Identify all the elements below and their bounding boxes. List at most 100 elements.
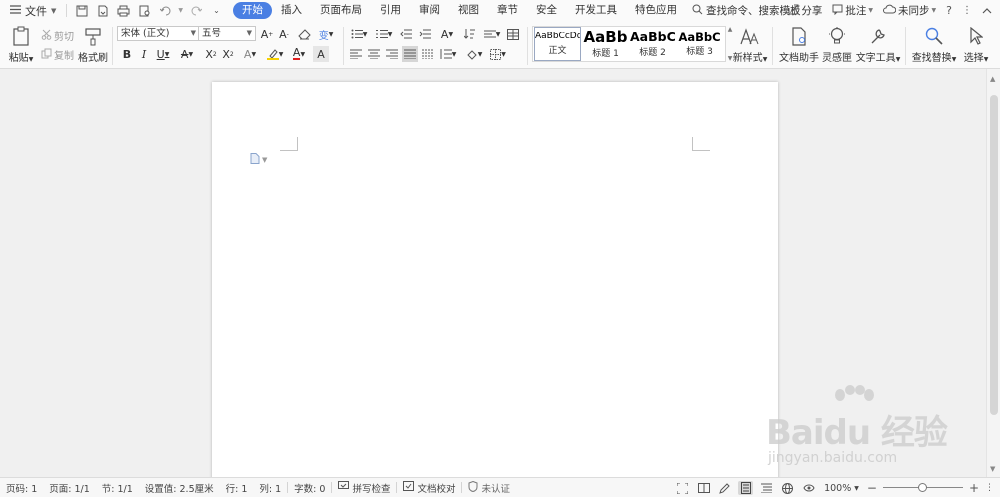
font-size-select[interactable]: 五号 ▼ [198,26,256,41]
shading-icon[interactable]: ▼ [464,46,484,62]
doc-proof-button[interactable]: 文档校对 [397,481,461,495]
outline-view-icon[interactable] [759,481,774,495]
show-marks-icon[interactable]: ▼ [482,26,502,42]
sort-icon[interactable] [462,26,478,42]
status-pages[interactable]: 页面: 1/1 [43,481,96,495]
spell-check-button[interactable]: 拼写检查 [332,481,396,495]
format-painter-button[interactable]: 格式刷 [78,21,108,64]
tab-home[interactable]: 开始 [233,2,273,19]
undo-icon[interactable] [157,2,174,19]
table-icon[interactable] [505,26,521,42]
align-left-icon[interactable] [348,46,364,62]
style-heading-2[interactable]: AaBbC 标题 2 [629,27,676,61]
web-view-icon[interactable] [780,481,795,495]
fullscreen-icon[interactable] [675,481,690,495]
decrease-indent-icon[interactable] [398,26,414,42]
style-heading-3[interactable]: AaBbC 标题 3 [676,27,723,61]
collapse-ribbon-icon[interactable] [982,4,992,17]
bullet-list-icon[interactable]: ▼ [348,26,370,42]
comment-button[interactable]: 批注 ▼ [832,3,873,18]
reading-view-icon[interactable] [696,481,711,495]
highlight-icon[interactable]: ▼ [265,46,285,62]
inspiration-button[interactable]: 灵感匣 [821,21,853,64]
file-menu[interactable]: 文件 ▼ [0,0,62,21]
chevron-down-icon[interactable]: ▼ [178,7,183,14]
chevron-down-icon[interactable]: ▼ [728,55,733,62]
vertical-scrollbar[interactable]: ▲ ▼ [986,69,1000,477]
grow-font-icon[interactable]: A + [259,26,275,42]
tab-developer[interactable]: 开发工具 [566,2,626,19]
help-icon[interactable]: ? [946,4,952,17]
character-shading-icon[interactable]: A [313,46,329,62]
underline-icon[interactable]: U ▼ [153,46,173,62]
customize-toolbar-icon[interactable]: ⌄ [208,2,225,19]
status-setting[interactable]: 设置值: 2.5厘米 [139,481,220,495]
find-replace-button[interactable]: 查找替换▼ [911,21,957,64]
tab-references[interactable]: 引用 [371,2,410,19]
tab-chapter[interactable]: 章节 [488,2,527,19]
borders-icon[interactable]: ▼ [488,46,508,62]
more-icon[interactable]: ⋮ [962,5,972,16]
export-pdf-icon[interactable] [94,2,111,19]
redo-icon[interactable] [187,2,204,19]
increase-indent-icon[interactable] [417,26,433,42]
phonetic-guide-icon[interactable]: 变 ▼ [316,26,336,42]
subscript-icon[interactable]: X2 [220,46,236,62]
style-heading-1[interactable]: AaBb 标题 1 [582,27,629,61]
print-icon[interactable] [115,2,132,19]
save-icon[interactable] [73,2,90,19]
eye-protection-icon[interactable] [801,481,816,495]
status-bar-options-icon[interactable]: ⋮ [985,483,994,493]
justify-icon[interactable] [402,46,418,62]
tab-view[interactable]: 视图 [449,2,488,19]
chevron-down-icon[interactable]: ▼ [990,465,995,473]
numbered-list-icon[interactable]: ▼ [373,26,395,42]
clear-format-icon[interactable] [296,26,312,42]
align-right-icon[interactable] [384,46,400,62]
share-button[interactable]: 分享 [788,3,822,18]
align-center-icon[interactable] [366,46,382,62]
superscript-icon[interactable]: X2 [203,46,219,62]
chevron-up-icon[interactable]: ▲ [728,26,733,33]
status-page-number[interactable]: 页码: 1 [0,481,43,495]
command-search[interactable]: 查找命令、搜索模板 [692,3,801,18]
scrollbar-thumb[interactable] [990,95,998,415]
document-page[interactable]: ▼ [212,82,778,477]
shrink-font-icon[interactable]: A- [276,26,292,42]
print-preview-icon[interactable] [136,2,153,19]
page-view-icon[interactable] [738,481,754,495]
select-button[interactable]: 选择▼ [959,21,993,64]
tab-page-layout[interactable]: 页面布局 [311,2,371,19]
font-color-icon[interactable]: A ▼ [289,46,309,62]
chevron-up-icon[interactable]: ▲ [990,75,995,83]
new-style-button[interactable]: 新样式▼ [733,21,767,64]
tab-security[interactable]: 安全 [527,2,566,19]
italic-icon[interactable]: I [136,46,152,62]
certification-status[interactable]: 未认证 [462,480,516,495]
zoom-in-icon[interactable]: + [969,481,979,495]
doc-assistant-button[interactable]: 文档助手 [779,21,819,64]
cut-button[interactable]: 剪切 [41,28,74,43]
sync-status-button[interactable]: 未同步 ▼ [883,3,936,18]
pen-icon[interactable] [717,481,732,495]
line-spacing-icon[interactable]: ▼ [438,46,458,62]
status-section[interactable]: 节: 1/1 [96,481,139,495]
paste-button[interactable]: 粘贴▼ [6,21,36,64]
tab-special-apps[interactable]: 特色应用 [626,2,686,19]
tab-review[interactable]: 审阅 [410,2,449,19]
strikethrough-icon[interactable]: A ▼ [177,46,197,62]
distribute-icon[interactable] [420,46,436,62]
zoom-level[interactable]: 100% ▼ [822,483,861,494]
font-name-select[interactable]: 宋体 (正文) ▼ [117,26,200,41]
text-effect-icon[interactable]: A ▼ [240,46,260,62]
text-tools-button[interactable]: 文字工具▼ [856,21,900,64]
paragraph-options-button[interactable]: ▼ [250,153,267,166]
bold-icon[interactable]: B [119,46,135,62]
text-direction-icon[interactable]: A ▼ [437,26,457,42]
tab-insert[interactable]: 插入 [272,2,311,19]
zoom-knob[interactable] [918,483,928,492]
zoom-slider[interactable] [882,483,963,493]
copy-button[interactable]: 复制 [41,47,74,62]
status-word-count[interactable]: 字数: 0 [288,481,331,495]
zoom-out-icon[interactable]: − [867,481,877,495]
